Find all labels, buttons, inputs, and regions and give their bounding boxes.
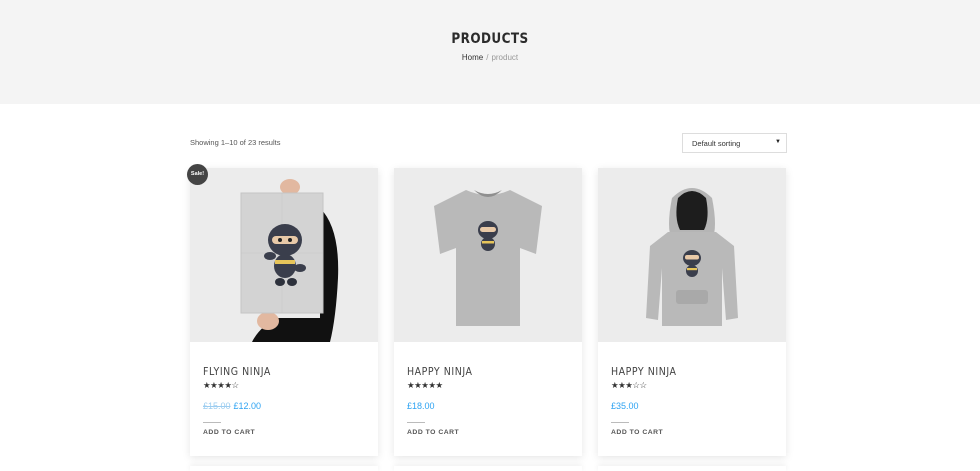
product-price: £18.00 bbox=[407, 401, 435, 411]
sale-badge: Sale! bbox=[187, 164, 208, 185]
sort-select[interactable]: Default sorting ▼ bbox=[682, 133, 787, 153]
product-card-partial bbox=[598, 466, 786, 471]
breadcrumb: Home / product bbox=[0, 53, 980, 62]
sale-price: £12.00 bbox=[233, 401, 262, 411]
product-title[interactable]: HAPPY NINJA bbox=[407, 366, 472, 378]
divider bbox=[203, 422, 221, 423]
price: £35.00 bbox=[611, 401, 639, 411]
page-title: PRODUCTS bbox=[451, 31, 529, 47]
breadcrumb-current: product bbox=[491, 53, 519, 62]
ninja-tshirt-image bbox=[394, 168, 582, 342]
price: £18.00 bbox=[407, 401, 435, 411]
star-rating: ★★★★☆ bbox=[203, 380, 239, 390]
product-card[interactable]: HAPPY NINJA ★★★★★ £18.00 ADD TO CART bbox=[394, 168, 582, 456]
product-price: £15.00 £12.00 bbox=[203, 401, 261, 411]
product-title[interactable]: HAPPY NINJA bbox=[611, 366, 676, 378]
breadcrumb-separator: / bbox=[486, 53, 489, 62]
product-image[interactable] bbox=[394, 168, 582, 342]
ninja-poster-image bbox=[190, 168, 378, 342]
result-count: Showing 1–10 of 23 results bbox=[190, 138, 281, 147]
product-image[interactable] bbox=[190, 168, 378, 342]
add-to-cart-button[interactable]: ADD TO CART bbox=[203, 429, 255, 436]
product-price: £35.00 bbox=[611, 401, 639, 411]
star-rating: ★★★☆☆ bbox=[611, 380, 647, 390]
product-image[interactable] bbox=[598, 168, 786, 342]
add-to-cart-button[interactable]: ADD TO CART bbox=[611, 429, 663, 436]
product-title[interactable]: FLYING NINJA bbox=[203, 366, 271, 378]
divider bbox=[611, 422, 629, 423]
divider bbox=[407, 422, 425, 423]
old-price: £15.00 bbox=[203, 401, 231, 411]
add-to-cart-button[interactable]: ADD TO CART bbox=[407, 429, 459, 436]
star-rating: ★★★★★ bbox=[407, 380, 443, 390]
breadcrumb-home-link[interactable]: Home bbox=[462, 53, 483, 62]
sort-select-value: Default sorting bbox=[692, 139, 741, 148]
page-header: PRODUCTS Home / product bbox=[0, 0, 980, 104]
ninja-hoodie-image bbox=[598, 168, 786, 342]
product-card[interactable]: FLYING NINJA ★★★★☆ £15.00 £12.00 ADD TO C… bbox=[190, 168, 378, 456]
product-card[interactable]: HAPPY NINJA ★★★☆☆ £35.00 ADD TO CART bbox=[598, 168, 786, 456]
product-card-partial bbox=[190, 466, 378, 471]
chevron-down-icon: ▼ bbox=[775, 139, 781, 145]
product-card-partial bbox=[394, 466, 582, 471]
